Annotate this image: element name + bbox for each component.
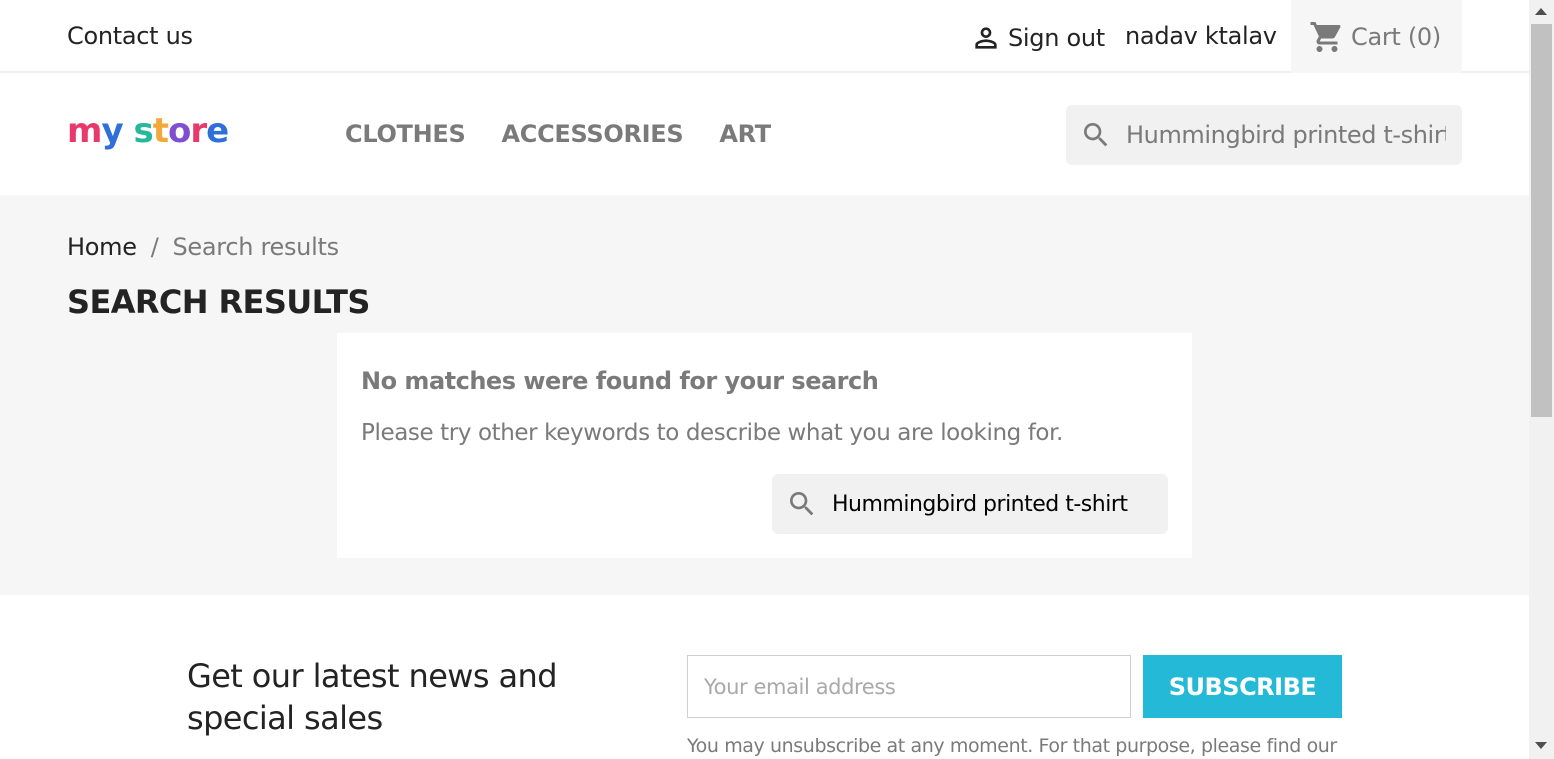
- cart-label: Cart (0): [1351, 22, 1441, 51]
- scroll-down-arrow-icon[interactable]: [1535, 742, 1547, 749]
- header-search-box: [1066, 105, 1462, 165]
- no-results-card: No matches were found for your search Pl…: [337, 333, 1192, 558]
- top-bar: Contact us Sign out nadav ktalav Cart (0…: [0, 0, 1529, 73]
- breadcrumb: Home / Search results: [67, 233, 339, 261]
- sign-out-label: Sign out: [1008, 24, 1105, 52]
- breadcrumb-current: Search results: [172, 233, 339, 261]
- breadcrumb-separator: /: [150, 233, 159, 261]
- cart-button[interactable]: Cart (0): [1291, 0, 1462, 73]
- search-icon[interactable]: [1080, 119, 1112, 151]
- breadcrumb-home-link[interactable]: Home: [67, 233, 137, 261]
- sign-out-link[interactable]: Sign out: [970, 22, 1105, 54]
- nav-item-art[interactable]: ART: [719, 120, 771, 148]
- main-header: my store CLOTHES ACCESSORIES ART: [0, 75, 1529, 195]
- email-field[interactable]: [687, 655, 1131, 718]
- results-search-input[interactable]: [832, 491, 1162, 517]
- search-icon[interactable]: [786, 488, 818, 520]
- newsletter-title: Get our latest news and special sales: [187, 655, 607, 739]
- newsletter-note: You may unsubscribe at any moment. For t…: [687, 735, 1337, 757]
- no-results-title: No matches were found for your search: [361, 367, 879, 395]
- scroll-up-arrow-icon[interactable]: [1535, 8, 1547, 15]
- newsletter-section: Get our latest news and special sales SU…: [0, 595, 1529, 759]
- store-logo[interactable]: my store: [67, 111, 229, 151]
- account-username-link[interactable]: nadav ktalav: [1125, 22, 1277, 50]
- contact-us-link[interactable]: Contact us: [67, 22, 193, 50]
- results-search-box: [772, 474, 1168, 534]
- no-results-description: Please try other keywords to describe wh…: [361, 420, 1063, 446]
- page-title: SEARCH RESULTS: [67, 283, 370, 321]
- user-icon: [975, 27, 997, 49]
- cart-icon: [1310, 21, 1341, 52]
- newsletter-title-line1: Get our latest news and: [187, 657, 558, 695]
- newsletter-title-line2: special sales: [187, 699, 383, 737]
- subscribe-button[interactable]: SUBSCRIBE: [1143, 655, 1342, 718]
- main-nav: CLOTHES ACCESSORIES ART: [345, 120, 771, 148]
- main-content: Home / Search results SEARCH RESULTS No …: [0, 195, 1529, 595]
- header-search-input[interactable]: [1126, 121, 1446, 149]
- nav-item-accessories[interactable]: ACCESSORIES: [502, 120, 684, 148]
- nav-item-clothes[interactable]: CLOTHES: [345, 120, 466, 148]
- scrollbar-thumb[interactable]: [1531, 24, 1552, 417]
- page-scrollbar[interactable]: [1529, 0, 1554, 759]
